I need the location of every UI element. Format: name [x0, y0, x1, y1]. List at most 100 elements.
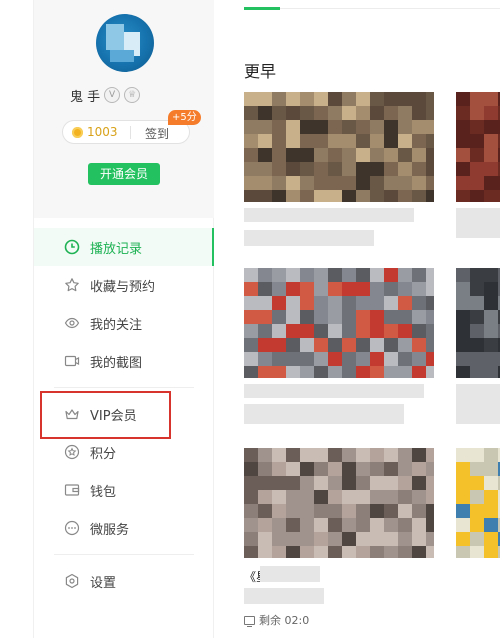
- mosaic-tile: [426, 92, 434, 106]
- mosaic-tile: [300, 148, 314, 162]
- monitor-icon: [244, 615, 255, 627]
- sidebar-item-history[interactable]: 播放记录: [34, 228, 214, 266]
- mosaic-tile: [272, 296, 286, 310]
- mosaic-tile: [426, 504, 434, 518]
- mosaic-tile: [356, 120, 370, 134]
- video-thumbnail[interactable]: [244, 268, 434, 378]
- mosaic-tile: [456, 352, 470, 366]
- video-thumbnail[interactable]: [244, 448, 434, 558]
- sidebar-item-favorites[interactable]: 收藏与预约: [34, 266, 214, 304]
- mosaic-tile: [484, 310, 498, 324]
- sidebar-item-following[interactable]: 我的关注: [34, 304, 214, 342]
- mosaic-tile: [342, 352, 356, 366]
- mosaic-tile: [342, 504, 356, 518]
- mosaic-tile: [356, 162, 370, 176]
- vip-level-badge-icon: V: [104, 87, 121, 103]
- video-thumbnail[interactable]: [456, 92, 500, 202]
- mosaic-tile: [398, 296, 412, 310]
- mosaic-tile: [272, 546, 286, 558]
- mosaic-tile: [370, 532, 384, 546]
- mosaic-tile: [258, 448, 272, 462]
- mosaic-tile: [244, 134, 258, 148]
- mosaic-tile: [398, 134, 412, 148]
- mosaic-tile: [484, 92, 498, 106]
- mosaic-tile: [258, 162, 272, 176]
- mosaic-tile: [342, 476, 356, 490]
- username[interactable]: 鬼 手: [70, 86, 100, 105]
- mosaic-tile: [328, 504, 342, 518]
- video-thumbnail[interactable]: [456, 268, 500, 378]
- mosaic-tile: [300, 162, 314, 176]
- mosaic-tile: [484, 120, 498, 134]
- mosaic-tile: [258, 518, 272, 532]
- mosaic-tile: [356, 546, 370, 558]
- mosaic-tile: [244, 338, 258, 352]
- mosaic-tile: [456, 268, 470, 282]
- sidebar-item-microservice[interactable]: 微服务: [34, 509, 214, 547]
- mosaic-tile: [244, 190, 258, 202]
- signin-button[interactable]: 签到: [145, 125, 169, 142]
- mosaic-tile: [272, 366, 286, 378]
- mosaic-tile: [370, 282, 384, 296]
- mosaic-tile: [398, 268, 412, 282]
- mosaic-tile: [412, 296, 426, 310]
- sidebar-item-screenshots[interactable]: 我的截图: [34, 342, 214, 380]
- mosaic-tile: [456, 176, 470, 190]
- mosaic-tile: [484, 296, 498, 310]
- mosaic-tile: [342, 176, 356, 190]
- mosaic-tile: [328, 476, 342, 490]
- username-row: 鬼 手 V ♕: [70, 86, 141, 105]
- mosaic-tile: [426, 338, 434, 352]
- mosaic-tile: [456, 462, 470, 476]
- mosaic-tile: [328, 92, 342, 106]
- clock-icon: [64, 239, 80, 255]
- mosaic-tile: [342, 162, 356, 176]
- mosaic-tile: [384, 310, 398, 324]
- mosaic-tile: [286, 324, 300, 338]
- video-thumbnail[interactable]: [456, 448, 500, 558]
- mosaic-tile: [314, 476, 328, 490]
- mosaic-tile: [412, 504, 426, 518]
- mosaic-tile: [328, 338, 342, 352]
- mosaic-tile: [328, 120, 342, 134]
- mosaic-tile: [300, 296, 314, 310]
- mosaic-tile: [456, 490, 470, 504]
- mosaic-tile: [356, 532, 370, 546]
- mosaic-tile: [484, 490, 498, 504]
- mosaic-tile: [398, 324, 412, 338]
- open-vip-button[interactable]: 开通会员: [88, 163, 160, 185]
- sidebar-item-points[interactable]: 积分: [34, 433, 214, 471]
- tab-bar-line: [244, 8, 500, 9]
- mosaic-tile: [286, 476, 300, 490]
- video-thumbnail[interactable]: [244, 92, 434, 202]
- mosaic-tile: [456, 448, 470, 462]
- mosaic-tile: [286, 162, 300, 176]
- mosaic-tile: [258, 366, 272, 378]
- video-meta-blurred: [244, 588, 324, 604]
- mosaic-tile: [384, 366, 398, 378]
- mosaic-tile: [470, 92, 484, 106]
- mosaic-tile: [384, 352, 398, 366]
- sidebar-item-label: 积分: [90, 446, 117, 462]
- mosaic-tile: [300, 268, 314, 282]
- mosaic-tile: [356, 462, 370, 476]
- mosaic-tile: [244, 162, 258, 176]
- mosaic-tile: [258, 352, 272, 366]
- sidebar-item-wallet[interactable]: 钱包: [34, 471, 214, 509]
- remaining-time: 剩余 02:0: [244, 612, 309, 628]
- mosaic-tile: [456, 92, 470, 106]
- mosaic-tile: [412, 92, 426, 106]
- mosaic-tile: [484, 518, 498, 532]
- sidebar-item-settings[interactable]: 设置: [34, 562, 214, 600]
- mosaic-tile: [356, 518, 370, 532]
- mosaic-tile: [258, 504, 272, 518]
- sidebar-item-vip[interactable]: VIP会员: [34, 395, 214, 433]
- avatar[interactable]: [96, 14, 154, 72]
- mosaic-tile: [426, 366, 434, 378]
- mosaic-tile: [286, 310, 300, 324]
- mosaic-tile: [398, 462, 412, 476]
- mosaic-tile: [300, 120, 314, 134]
- mosaic-tile: [398, 518, 412, 532]
- eye-icon: [64, 315, 80, 331]
- mosaic-tile: [300, 546, 314, 558]
